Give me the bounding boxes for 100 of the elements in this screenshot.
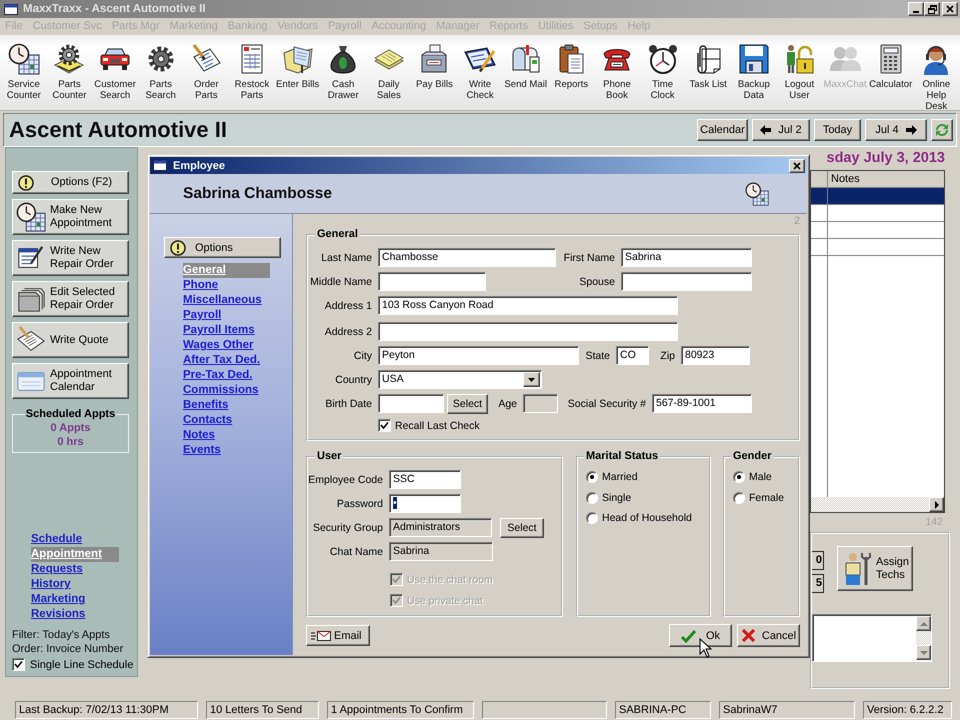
sidebar-link[interactable]: Marketing — [31, 592, 88, 607]
toolbar-button[interactable]: Write Check — [457, 35, 503, 109]
scroll-up-button[interactable] — [916, 616, 931, 631]
email-button[interactable]: Email — [306, 625, 370, 646]
assign-techs-button[interactable]: Assign Techs — [837, 546, 913, 591]
nav-link[interactable]: Miscellaneous — [183, 293, 264, 308]
last-name-field[interactable]: Chambosse — [378, 248, 556, 267]
sidebar-button[interactable]: Edit Selected Repair Order — [12, 281, 129, 317]
restore-button[interactable] — [924, 2, 940, 16]
toolbar-button[interactable]: Phone Book — [594, 35, 640, 109]
password-field[interactable]: • — [389, 494, 461, 513]
minimize-button[interactable] — [908, 2, 924, 16]
nav-link[interactable]: Contacts — [183, 413, 234, 428]
ok-button[interactable]: Ok — [669, 624, 732, 647]
table-row[interactable] — [811, 205, 944, 222]
toolbar-button[interactable]: Pay Bills — [412, 35, 458, 109]
today-button[interactable]: Today — [814, 119, 861, 141]
radio-button[interactable] — [586, 492, 598, 504]
toolbar-button[interactable]: Restock Parts — [229, 35, 275, 109]
nav-link[interactable]: Pre-Tax Ded. — [183, 368, 254, 383]
refresh-button[interactable] — [931, 119, 953, 141]
state-field[interactable]: CO — [616, 346, 649, 365]
birth-date-field[interactable] — [378, 394, 444, 413]
sidebar-button[interactable]: Appointment Calendar — [12, 363, 129, 399]
toolbar-button[interactable]: Task List — [685, 35, 731, 109]
sidebar-link[interactable]: Schedule — [31, 532, 84, 547]
address-field[interactable]: 103 Ross Canyon Road — [378, 296, 678, 315]
toolbar-button[interactable]: Customer Search — [92, 35, 138, 109]
toolbar-button[interactable]: Online Help Desk — [914, 35, 960, 109]
nav-link[interactable]: Payroll Items — [183, 323, 257, 338]
options-button[interactable]: Options — [164, 237, 281, 258]
nav-link[interactable]: Payroll — [183, 308, 224, 323]
exclamation-icon — [18, 174, 34, 190]
previous-day-button[interactable]: Jul 2 — [752, 119, 810, 141]
first-name-field[interactable]: Sabrina — [621, 248, 752, 267]
triangle-down-icon — [920, 650, 928, 654]
toolbar-button[interactable]: Logout User — [776, 35, 822, 109]
close-button[interactable] — [942, 2, 958, 16]
toolbar-button[interactable]: Parts Counter — [46, 35, 92, 109]
toolbar-button[interactable]: Send Mail — [502, 35, 548, 109]
field-label: Address 1 — [324, 300, 372, 312]
toolbar-button[interactable]: Parts Search — [138, 35, 184, 109]
toolbar-button[interactable]: Time Clock — [640, 35, 686, 109]
social-security-field[interactable]: 567-89-1001 — [652, 394, 752, 413]
radio-button[interactable] — [586, 471, 598, 484]
partial-field[interactable]: 0 — [812, 551, 824, 570]
sidebar-link[interactable]: Requests — [31, 562, 85, 577]
horizontal-scrollbar[interactable] — [811, 497, 944, 512]
column-header[interactable]: Notes — [828, 171, 863, 187]
middle-name-field[interactable] — [378, 272, 486, 291]
close-button[interactable] — [789, 158, 805, 172]
field-label: Password — [336, 498, 383, 510]
notes-text-area[interactable] — [812, 614, 932, 662]
country-dropdown[interactable]: USA — [378, 370, 542, 389]
nav-link[interactable]: Phone — [183, 278, 220, 293]
city-field[interactable]: Peyton — [378, 346, 579, 365]
radio-button[interactable] — [586, 512, 598, 524]
toolbar-button[interactable]: Service Counter — [1, 35, 47, 109]
sidebar-button[interactable]: Write Quote — [12, 322, 129, 358]
toolbar-button[interactable]: Daily Sales — [366, 35, 412, 109]
nav-link[interactable]: Commissions — [183, 383, 260, 398]
select-button[interactable]: Select — [447, 394, 488, 414]
table-row[interactable] — [811, 222, 944, 239]
radio-button[interactable] — [733, 492, 745, 504]
field-label: Spouse — [579, 276, 615, 288]
toolbar-button[interactable]: Backup Data — [731, 35, 777, 109]
calendar-button[interactable]: Calendar — [697, 119, 748, 141]
address-field[interactable] — [378, 322, 678, 341]
nav-link[interactable]: Benefits — [183, 398, 230, 413]
checkbox[interactable] — [12, 658, 25, 671]
toolbar-button[interactable]: Order Parts — [184, 35, 230, 109]
sidebar-button[interactable]: Write New Repair Order — [12, 240, 129, 276]
dropdown-button[interactable] — [523, 372, 540, 387]
spouse-field[interactable] — [621, 272, 752, 291]
scroll-down-button[interactable] — [916, 645, 931, 660]
employee-code-field[interactable]: SSC — [389, 470, 461, 489]
sidebar-link[interactable]: Revisions — [31, 607, 88, 622]
toolbar-button[interactable]: Cash Drawer — [320, 35, 366, 109]
vertical-scrollbar[interactable] — [916, 616, 931, 660]
zip-field[interactable]: 80923 — [681, 346, 750, 365]
sidebar-link[interactable]: History — [31, 577, 73, 592]
checkbox[interactable] — [378, 419, 391, 432]
nav-link[interactable]: Events — [183, 443, 223, 458]
cancel-button[interactable]: Cancel — [737, 624, 800, 647]
table-row[interactable] — [811, 239, 944, 256]
toolbar-button[interactable]: Calculator — [868, 35, 914, 109]
radio-button[interactable] — [733, 471, 745, 484]
nav-link[interactable]: Notes — [183, 428, 217, 443]
options-button[interactable]: Options (F2) — [12, 171, 129, 194]
nav-link[interactable]: After Tax Ded. — [183, 353, 262, 368]
partial-field[interactable]: 5 — [812, 574, 824, 593]
check-icon — [680, 628, 696, 642]
nav-link[interactable]: Wages Other — [183, 338, 256, 353]
table-row[interactable] — [811, 188, 944, 205]
scroll-right-button[interactable] — [929, 497, 944, 512]
toolbar-button[interactable]: Reports — [548, 35, 594, 109]
field-label: Address 2 — [324, 326, 372, 338]
sidebar-button[interactable]: Make New Appointment — [12, 199, 129, 235]
next-day-button[interactable]: Jul 4 — [865, 119, 927, 141]
toolbar-button[interactable]: Enter Bills — [274, 35, 320, 109]
